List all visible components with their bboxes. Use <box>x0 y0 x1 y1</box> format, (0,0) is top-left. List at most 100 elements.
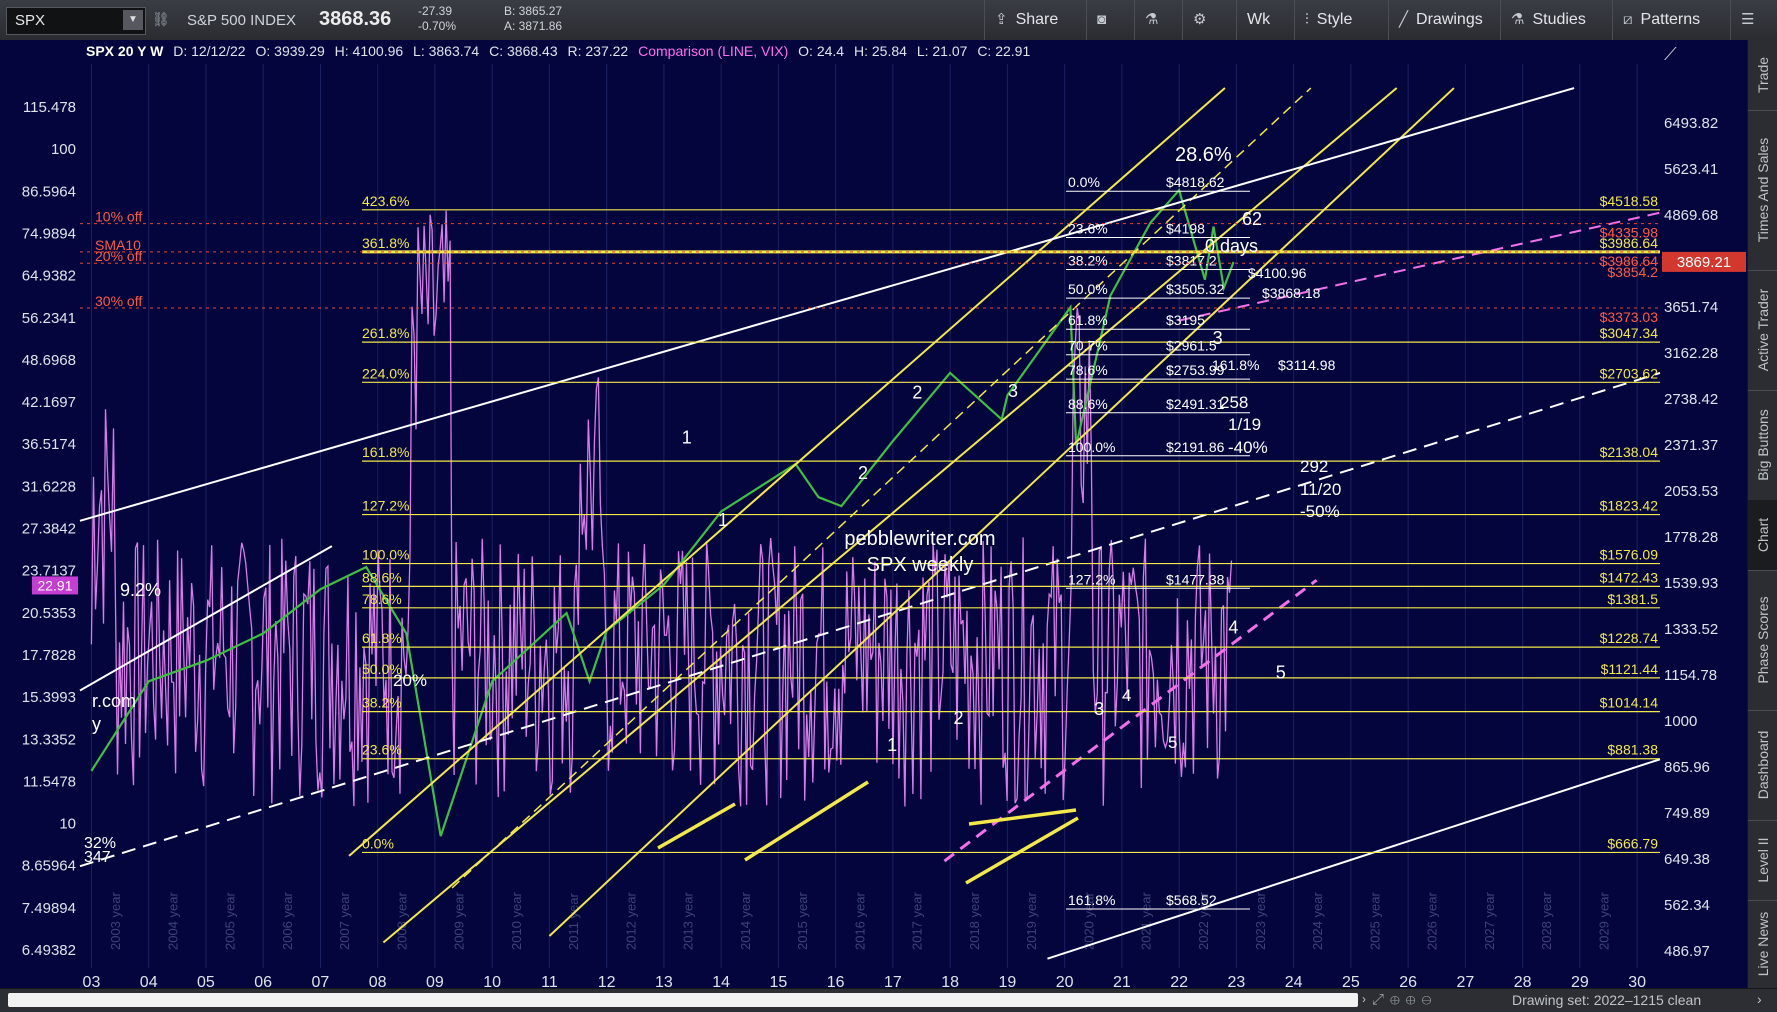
ma-label: 10% off <box>95 209 142 225</box>
fib2-price: $2191.86 <box>1166 439 1225 455</box>
info-cmp-close: C: 22.91 <box>977 43 1031 59</box>
flask-button[interactable]: ⚗ <box>1134 0 1176 40</box>
right-axis-label: 1154.78 <box>1664 667 1717 684</box>
pan-icon[interactable]: ⤢ <box>1372 991 1390 1008</box>
tab-trade[interactable]: Trade <box>1748 40 1777 111</box>
crosshair-icon[interactable]: ⊕ <box>1390 991 1406 1008</box>
ask-value: A: 3871.86 <box>504 19 563 33</box>
pencil-icon: ╱ <box>1399 11 1409 28</box>
extra-label: 3 <box>1008 381 1018 401</box>
x-year-label: 2005 year <box>223 892 238 950</box>
link-icon[interactable]: ⛓ <box>152 11 170 28</box>
fib2-pct: 61.8% <box>1068 312 1108 328</box>
x-tick-label: 15 <box>770 974 788 988</box>
top-toolbar: SPX ▼ ⛓ S&P 500 INDEX 3868.36 -27.39 -0.… <box>0 0 1777 41</box>
tab-active-trader[interactable]: Active Trader <box>1748 270 1777 391</box>
right-axis-label: 2053.53 <box>1664 483 1718 500</box>
fib2-pct: 78.6% <box>1068 362 1108 378</box>
x-tick-label: 26 <box>1399 974 1417 988</box>
scroll-right-icon[interactable]: › <box>1362 992 1366 1006</box>
x-tick-label: 13 <box>655 974 673 988</box>
fib-level-price: $1228.74 <box>1600 630 1659 646</box>
info-low: L: 3863.74 <box>413 43 480 59</box>
fib2-pct: 38.2% <box>1068 252 1108 268</box>
extra-label: 161.8% <box>1212 357 1259 373</box>
x-tick-label: 03 <box>83 974 101 988</box>
extra-label: 9.2% <box>120 580 161 600</box>
x-tick-label: 29 <box>1571 974 1589 988</box>
x-tick-label: 18 <box>941 974 959 988</box>
patterns-label: Patterns <box>1640 11 1701 28</box>
fib-level-pct: 224.0% <box>362 365 409 381</box>
menu-button[interactable]: ☰ <box>1730 0 1772 40</box>
chart-area[interactable]: 03 04 05 06 07 08 09 10 11 12 13 14 15 16 17 18 19 20 21 22… <box>0 40 1747 991</box>
fib-level-pct: 88.6% <box>362 569 402 585</box>
symbol-text: SPX <box>15 12 46 29</box>
left-axis-label: 20.5353 <box>22 605 76 622</box>
x-year-label: 2012 year <box>623 892 638 950</box>
drawings-label: Drawings <box>1416 11 1483 28</box>
x-tick-label: 17 <box>884 974 902 988</box>
fib-level-pct: 361.8% <box>362 235 409 251</box>
horizontal-scrollbar[interactable] <box>8 993 1358 1007</box>
drawing-set-label[interactable]: Drawing set: 2022–1215 clean <box>1512 992 1701 1008</box>
x-year-label: 2026 year <box>1425 892 1440 950</box>
fib2-price: $568.52 <box>1166 892 1217 908</box>
tab-live-news[interactable]: Live News <box>1748 900 1777 989</box>
fib2-pct: 23.6% <box>1068 221 1108 237</box>
x-year-label: 2010 year <box>509 892 524 950</box>
drawing-tool-icon: ⟋ <box>1664 44 1677 64</box>
tab-times-and-sales[interactable]: Times And Sales <box>1748 110 1777 271</box>
symbol-input[interactable]: SPX ▼ <box>6 7 146 35</box>
fib-level-pct: 127.2% <box>362 498 409 514</box>
tab-label: Chart <box>1755 517 1771 553</box>
tab-phase-scores[interactable]: Phase Scores <box>1748 570 1777 711</box>
studies-button[interactable]: ⚗ Studies <box>1500 0 1596 40</box>
chevron-down-icon[interactable]: ▼ <box>123 10 143 30</box>
chevron-right-icon[interactable]: › <box>1757 991 1762 1007</box>
zoom-in-icon[interactable]: ⊕ <box>1406 991 1422 1008</box>
settings-button[interactable]: ⚙ <box>1182 0 1224 40</box>
tab-big-buttons[interactable]: Big Buttons <box>1748 390 1777 501</box>
candles-icon: ⫶ <box>1305 11 1309 28</box>
fib-level-pct: 161.8% <box>362 444 409 460</box>
x-tick-label: 16 <box>827 974 845 988</box>
price-chart[interactable]: 03 04 05 06 07 08 09 10 11 12 13 14 15 16 17 18 19 20 21 22… <box>0 40 1747 991</box>
right-axis-label: 1539.93 <box>1664 575 1718 592</box>
extra-label: 292 <box>1300 457 1328 476</box>
extra-label: -50% <box>1300 502 1340 521</box>
fib-level-pct: 423.6% <box>362 193 409 209</box>
tab-label: Active Trader <box>1755 288 1771 372</box>
x-tick-label: 14 <box>712 974 730 988</box>
tab-chart[interactable]: Chart <box>1748 500 1777 571</box>
interval-label: Wk <box>1247 11 1271 28</box>
fib2-price: $2491.31 <box>1166 396 1225 412</box>
menu-icon: ☰ <box>1741 11 1755 28</box>
right-axis-label: 865.96 <box>1664 759 1710 776</box>
screenshot-button[interactable]: ◙ <box>1086 0 1124 40</box>
x-tick-label: 20 <box>1056 974 1074 988</box>
drawings-button[interactable]: ╱ Drawings <box>1388 0 1493 40</box>
fib2-pct: 70.7% <box>1068 338 1108 354</box>
tab-level-ii[interactable]: Level II <box>1748 820 1777 901</box>
x-tick-label: 23 <box>1227 974 1245 988</box>
extra-label: 1 <box>718 510 728 530</box>
change-percent: -0.70% <box>418 19 457 33</box>
x-year-label: 2009 year <box>452 892 467 950</box>
tab-label: Times And Sales <box>1755 137 1771 243</box>
left-axis-label: 10 <box>59 816 76 833</box>
left-axis-label: 13.3352 <box>22 731 76 748</box>
left-axis-label: 11.5478 <box>23 773 76 790</box>
style-button[interactable]: ⫶ Style <box>1294 0 1362 40</box>
right-axis-label: 6493.82 <box>1664 115 1718 132</box>
right-axis-label: 2371.37 <box>1664 437 1718 454</box>
bid-ask: B: 3865.27 A: 3871.86 <box>504 4 562 34</box>
x-year-label: 2004 year <box>165 892 180 950</box>
extra-label: 4 <box>1122 686 1131 705</box>
interval-button[interactable]: Wk <box>1236 0 1280 40</box>
share-button[interactable]: ⇪ Share <box>984 0 1068 40</box>
zoom-out-icon[interactable]: ⊖ <box>1422 991 1438 1008</box>
patterns-button[interactable]: ⧄ Patterns <box>1612 0 1710 40</box>
flask-icon: ⚗ <box>1145 11 1159 28</box>
tab-dashboard[interactable]: Dashboard <box>1748 710 1777 821</box>
